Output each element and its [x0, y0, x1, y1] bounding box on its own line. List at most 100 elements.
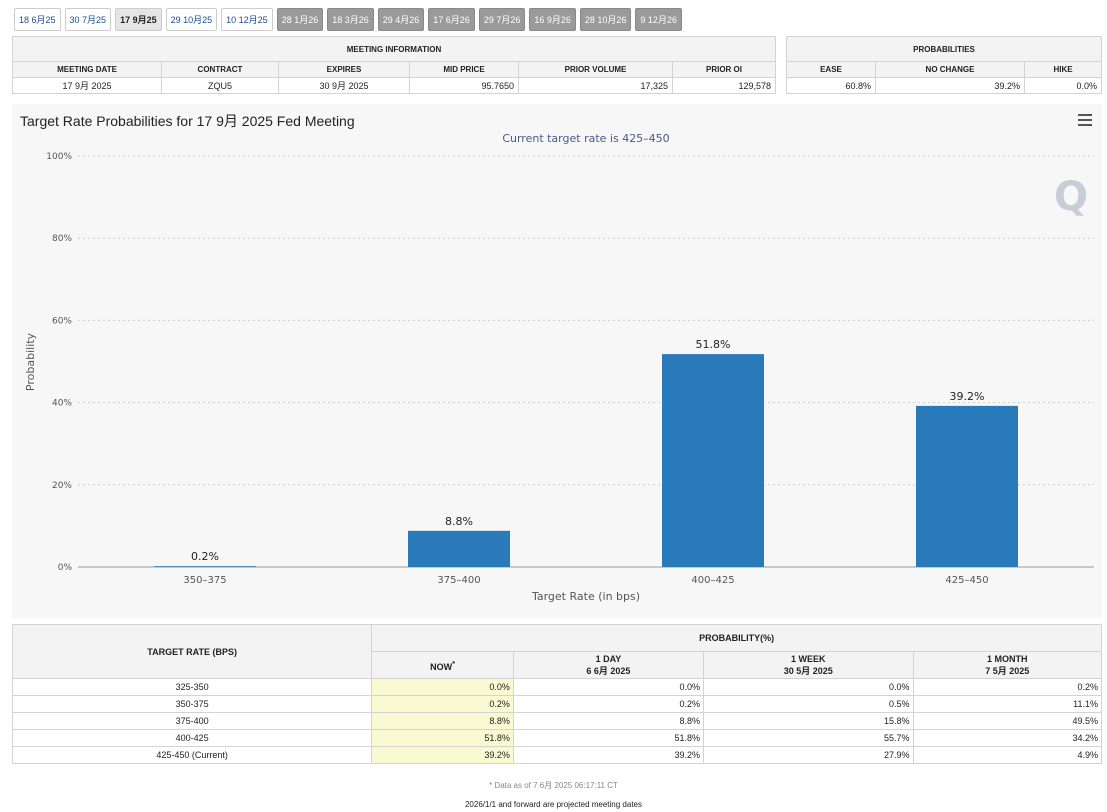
- meeting-date-value: 17 9月 2025: [12, 77, 162, 94]
- ease-value: 60.8%: [786, 77, 876, 94]
- col-label: 1 DAY: [595, 653, 622, 664]
- hike-value: 0.0%: [1024, 77, 1102, 94]
- data-timestamp-note: * Data as of 7 6月 2025 06:17:11 CT: [489, 781, 618, 790]
- probability-cell: 27.9%: [702, 746, 914, 764]
- tab-meeting-3[interactable]: 29 10月25: [165, 8, 218, 31]
- col-label: 1 WEEK: [791, 653, 826, 664]
- table-row: 350-375 0.2% 0.2% 0.5% 11.1%: [11, 695, 1103, 713]
- x-tick-label: 400–425: [691, 575, 734, 586]
- y-tick-label: 60%: [52, 316, 72, 326]
- x-tick-label: 375–400: [437, 575, 480, 586]
- data-label: 8.8%: [445, 515, 473, 528]
- expires-value: 30 9月 2025: [278, 77, 410, 94]
- probability-cell: 51.8%: [512, 729, 704, 747]
- bar-400–425: [662, 354, 764, 567]
- table-row: 400-425 51.8% 51.8% 55.7% 34.2%: [11, 729, 1103, 747]
- rate-cell: 350-375: [11, 695, 373, 713]
- probability-cell: 49.5%: [912, 712, 1103, 730]
- bar-chart: 0% 20% 40% 60% 80% 100% 0.2% 350–375 8.8% 375–400…: [24, 132, 1094, 603]
- rate-cell: 375-400: [11, 712, 373, 730]
- x-axis-title: Target Rate (in bps): [531, 590, 640, 603]
- col-date: 7 5月 2025: [985, 665, 1030, 676]
- col-label: 1 MONTH: [987, 653, 1028, 664]
- x-tick-label: 425–450: [945, 575, 988, 586]
- contract-value: ZQU5: [161, 77, 279, 94]
- tab-meeting-0[interactable]: 18 6月25: [14, 8, 61, 31]
- mid-price-value: 95.7650: [409, 77, 519, 94]
- probability-cell: 15.8%: [702, 712, 914, 730]
- probability-cell: 8.8%: [371, 712, 514, 730]
- probability-cell: 0.2%: [512, 695, 704, 713]
- tab-meeting-5[interactable]: 28 1月26: [276, 8, 324, 31]
- probability-cell: 8.8%: [512, 712, 704, 730]
- header-probability-group: PROBABILITY(%): [371, 624, 1102, 652]
- meeting-information-table: MEETING INFORMATION MEETING DATE CONTRAC…: [12, 36, 776, 94]
- projected-dates-note: 2026/1/1 and forward are projected meeti…: [464, 800, 642, 809]
- tab-meeting-4[interactable]: 10 12月25: [221, 8, 273, 31]
- y-tick-label: 100%: [46, 152, 72, 162]
- probability-cell: 55.7%: [702, 729, 914, 747]
- col-label: NOW: [430, 661, 453, 672]
- x-tick-label: 350–375: [183, 575, 226, 586]
- header-contract: CONTRACT: [161, 61, 279, 78]
- col-footnote-mark: *: [452, 658, 455, 668]
- chart-subtitle: Current target rate is 425–450: [502, 132, 669, 145]
- probability-cell: 0.0%: [371, 678, 514, 696]
- no-change-value: 39.2%: [875, 77, 1025, 94]
- probability-cell: 0.2%: [371, 695, 514, 713]
- data-label: 39.2%: [950, 390, 985, 403]
- rate-cell: 400-425: [11, 729, 373, 747]
- y-tick-label: 40%: [52, 399, 72, 409]
- probability-cell: 0.2%: [912, 678, 1103, 696]
- meeting-info-title: MEETING INFORMATION: [12, 36, 776, 62]
- logo-watermark-q: Q: [1054, 174, 1088, 220]
- y-tick-label: 0%: [58, 563, 73, 573]
- tab-meeting-9[interactable]: 29 7月26: [478, 8, 526, 31]
- tab-meeting-11[interactable]: 28 10月26: [579, 8, 632, 31]
- chart-panel: Target Rate Probabilities for 17 9月 2025…: [12, 104, 1102, 618]
- table-row: 375-400 8.8% 8.8% 15.8% 49.5%: [11, 712, 1103, 730]
- probability-cell: 51.8%: [371, 729, 514, 747]
- rate-cell: 425-450 (Current): [11, 746, 373, 764]
- probability-cell: 11.1%: [912, 695, 1103, 713]
- tab-meeting-12[interactable]: 9 12月26: [635, 8, 682, 31]
- probability-cell: 0.5%: [702, 695, 914, 713]
- header-col-3: 1 MONTH 7 5月 2025: [912, 651, 1103, 679]
- probability-history-table: TARGET RATE (BPS) PROBABILITY(%) NOW* 1 D…: [11, 624, 1103, 764]
- tab-meeting-10[interactable]: 16 9月26: [529, 8, 576, 31]
- bar-350–375: [154, 566, 256, 567]
- prior-volume-value: 17,325: [518, 77, 673, 94]
- tab-meeting-6[interactable]: 18 3月26: [327, 8, 374, 31]
- col-date: 6 6月 2025: [586, 665, 631, 676]
- header-hike: HIKE: [1024, 61, 1102, 78]
- probability-cell: 0.0%: [512, 678, 704, 696]
- data-label: 0.2%: [191, 550, 219, 563]
- table-row: 325-350 0.0% 0.0% 0.0% 0.2%: [11, 678, 1103, 696]
- header-mid-price: MID PRICE: [409, 61, 519, 78]
- tab-meeting-1[interactable]: 30 7月25: [64, 8, 112, 31]
- col-date: 30 5月 2025: [783, 665, 833, 676]
- tab-meeting-7[interactable]: 29 4月26: [377, 8, 425, 31]
- header-ease: EASE: [786, 61, 876, 78]
- header-prior-volume: PRIOR VOLUME: [518, 61, 673, 78]
- header-col-2: 1 WEEK 30 5月 2025: [702, 651, 914, 679]
- probability-cell: 0.0%: [702, 678, 914, 696]
- prior-oi-value: 129,578: [672, 77, 776, 94]
- header-target-rate: TARGET RATE (BPS): [11, 624, 373, 679]
- header-col-0: NOW*: [371, 651, 514, 679]
- y-tick-label: 20%: [52, 481, 72, 491]
- table-row: 425-450 (Current) 39.2% 39.2% 27.9% 4.9%: [11, 746, 1103, 764]
- meeting-date-tabs: 18 6月25 30 7月25 17 9月25 29 10月25 10 12月25 28 …: [14, 8, 682, 31]
- header-meeting-date: MEETING DATE: [12, 61, 162, 78]
- tab-meeting-2[interactable]: 17 9月25: [115, 8, 162, 31]
- probability-cell: 39.2%: [371, 746, 514, 764]
- probability-cell: 39.2%: [512, 746, 704, 764]
- probability-cell: 34.2%: [912, 729, 1103, 747]
- header-col-1: 1 DAY 6 6月 2025: [512, 651, 704, 679]
- probabilities-table: PROBABILITIES EASE NO CHANGE HIKE 60.8% …: [786, 36, 1102, 94]
- data-label: 51.8%: [696, 338, 731, 351]
- tab-meeting-8[interactable]: 17 6月26: [428, 8, 475, 31]
- bar-375–400: [408, 530, 510, 567]
- probabilities-title: PROBABILITIES: [786, 36, 1102, 62]
- probability-cell: 4.9%: [912, 746, 1103, 764]
